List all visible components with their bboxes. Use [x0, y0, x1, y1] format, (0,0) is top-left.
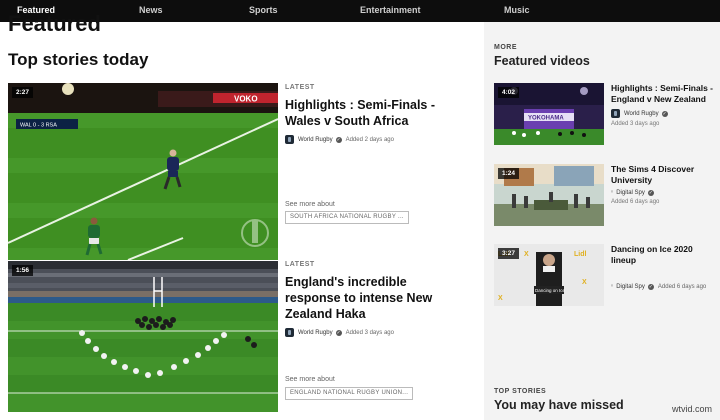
story-date: Added 3 days ago	[345, 329, 394, 336]
video-thumbnail[interactable]: VOKO WAL 0 - 3 RSA 2:27	[8, 83, 278, 260]
video-card: 1:24 The Sims 4 Discover University ⁿ Di…	[494, 164, 714, 228]
source-name[interactable]: World Rugby	[298, 330, 333, 336]
nav-item-news[interactable]: News	[139, 5, 163, 15]
stadium-banner-text: VOKO	[234, 95, 258, 104]
video-card: LidlXLidl XX Dancing on Ice 3:27 Dancing…	[494, 244, 714, 308]
you-may-have-missed-title: You may have missed	[494, 398, 624, 412]
svg-text:X: X	[582, 279, 587, 286]
thumbnail-caption: Dancing on Ice	[535, 288, 566, 293]
verified-check-icon: ✓	[647, 190, 654, 196]
source-name[interactable]: World Rugby	[298, 137, 333, 143]
story-meta: World Rugby ✓ Added 3 days ago	[285, 328, 455, 337]
svg-text:X: X	[498, 295, 503, 302]
see-more-label: See more about	[285, 201, 335, 208]
video-duration: 2:27	[12, 87, 34, 98]
verified-check-icon: ✓	[661, 110, 668, 117]
stadium-banner-text: YOKOHAMA	[528, 116, 564, 122]
verified-check-icon: ✓	[647, 284, 654, 290]
nav-item-sports[interactable]: Sports	[249, 5, 278, 15]
video-thumbnail[interactable]: YOKOHAMA 4:02	[494, 83, 604, 145]
story-headline[interactable]: Highlights : Semi-Finals - Wales v South…	[285, 97, 455, 129]
svg-text:X: X	[524, 251, 529, 258]
video-date: Added 6 days ago	[657, 284, 707, 290]
rugby-field-image: VOKO WAL 0 - 3 RSA	[8, 83, 278, 260]
video-duration: 4:02	[498, 87, 520, 98]
video-card: YOKOHAMA 4:02 Highlights : Semi-Finals -…	[494, 83, 714, 147]
video-meta: World Rugby ✓	[611, 109, 716, 118]
story-info: LATEST England's incredible response to …	[285, 261, 455, 337]
story-info: LATEST Highlights : Semi-Finals - Wales …	[285, 83, 455, 144]
svg-text:Lidl: Lidl	[574, 251, 586, 258]
video-date: Added 6 days ago	[611, 199, 660, 205]
story-date: Added 2 days ago	[345, 136, 394, 143]
video-info: The Sims 4 Discover University ⁿ Digital…	[611, 164, 716, 205]
nav-item-music[interactable]: Music	[504, 5, 530, 15]
top-stories-label: TOP STORIES	[494, 388, 547, 395]
video-thumbnail[interactable]: LidlXLidl XX Dancing on Ice 3:27	[494, 244, 604, 306]
video-date: Added 3 days ago	[611, 121, 660, 127]
video-info: Highlights : Semi-Finals - England v New…	[611, 83, 716, 127]
page-title: Featured	[8, 11, 101, 36]
source-name[interactable]: Digital Spy	[616, 190, 645, 196]
verified-check-icon: ✓	[335, 329, 342, 336]
story-card: 1:56 LATEST England's incredible respons…	[8, 261, 468, 412]
nav-item-entertainment[interactable]: Entertainment	[360, 5, 421, 15]
story-label: LATEST	[285, 84, 315, 91]
story-card: VOKO WAL 0 - 3 RSA 2:27 LATEST Highlight…	[8, 83, 468, 260]
video-duration: 3:27	[498, 248, 520, 259]
story-meta: World Rugby ✓ Added 2 days ago	[285, 135, 455, 144]
video-duration: 1:56	[12, 265, 34, 276]
topic-tag-button[interactable]: SOUTH AFRICA NATIONAL RUGBY ...	[285, 211, 409, 224]
featured-videos-title: Featured videos	[494, 54, 590, 68]
video-title[interactable]: Highlights : Semi-Finals - England v New…	[611, 83, 716, 105]
source-name[interactable]: Digital Spy	[616, 284, 645, 290]
scoreboard: WAL 0 - 3 RSA	[20, 123, 57, 129]
watermark-text: wtvid.com	[671, 404, 712, 414]
video-title[interactable]: The Sims 4 Discover University	[611, 164, 716, 186]
video-thumbnail[interactable]: 1:56	[8, 261, 278, 412]
video-thumbnail[interactable]: 1:24	[494, 164, 604, 226]
source-name[interactable]: World Rugby	[624, 111, 659, 117]
top-navigation: Featured News Sports Entertainment Music	[0, 0, 720, 22]
video-meta: ⁿ Digital Spy ✓ Added 6 days ago	[611, 284, 716, 290]
see-more-label: See more about	[285, 376, 335, 383]
topic-tag-button[interactable]: ENGLAND NATIONAL RUGBY UNION...	[285, 387, 414, 400]
sidebar: MORE Featured videos YOKOHAMA 4:02 Highl…	[484, 22, 720, 420]
more-label: MORE	[494, 44, 517, 51]
rugby-haka-image	[8, 261, 278, 412]
video-meta: ⁿ Digital Spy ✓	[611, 190, 716, 196]
video-duration: 1:24	[498, 168, 520, 179]
story-label: LATEST	[285, 261, 315, 268]
story-headline[interactable]: England's incredible response to intense…	[285, 274, 455, 322]
video-info: Dancing on Ice 2020 lineup ⁿ Digital Spy…	[611, 244, 716, 290]
digital-spy-logo-icon: ⁿ	[611, 190, 614, 196]
world-rugby-logo-icon	[285, 328, 294, 337]
video-title[interactable]: Dancing on Ice 2020 lineup	[611, 244, 716, 266]
world-rugby-logo-icon	[611, 109, 620, 118]
world-rugby-logo-icon	[285, 135, 294, 144]
verified-check-icon: ✓	[335, 136, 342, 143]
section-title: Top stories today	[8, 50, 149, 69]
digital-spy-logo-icon: ⁿ	[611, 284, 614, 290]
